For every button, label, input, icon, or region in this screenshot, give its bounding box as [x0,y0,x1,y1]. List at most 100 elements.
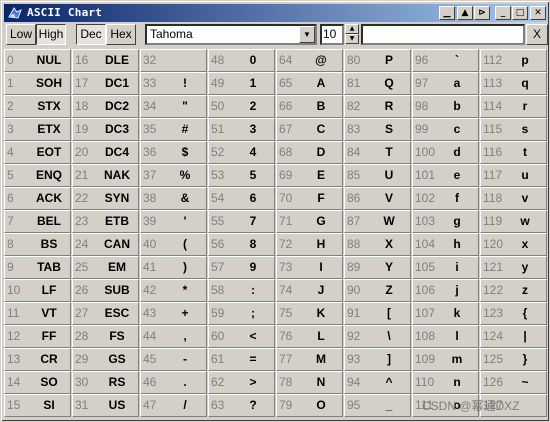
ascii-cell[interactable]: 29 GS [72,348,139,371]
ascii-cell[interactable]: 82 R [344,95,411,118]
ascii-cell[interactable]: 99 c [412,118,479,141]
ascii-cell[interactable]: 11 VT [4,302,71,325]
ascii-cell[interactable]: 13 CR [4,348,71,371]
ascii-cell[interactable]: 110 n [412,371,479,394]
ascii-cell[interactable]: 72 H [276,233,343,256]
ascii-cell[interactable]: 70 F [276,187,343,210]
ascii-cell[interactable]: 117 u [480,164,547,187]
ascii-cell[interactable]: 5 ENQ [4,164,71,187]
ascii-cell[interactable]: 88 X [344,233,411,256]
ascii-cell[interactable]: 126 ~ [480,371,547,394]
ascii-cell[interactable]: 16 DLE [72,49,139,72]
ascii-cell[interactable]: 84 T [344,141,411,164]
ascii-cell[interactable]: 116 t [480,141,547,164]
ascii-cell[interactable]: 86 V [344,187,411,210]
ascii-cell[interactable]: 71 G [276,210,343,233]
ascii-cell[interactable]: 69 E [276,164,343,187]
close-window-button[interactable]: ✕ [530,6,546,20]
ascii-cell[interactable]: 74 J [276,279,343,302]
ascii-cell[interactable]: 59; [208,302,275,325]
ascii-cell[interactable]: 122 z [480,279,547,302]
stepper-up-button[interactable]: ▲ [345,24,359,34]
maximize-button[interactable]: □ [512,6,528,20]
minimize-button[interactable]: ▁ [439,6,455,20]
ascii-cell[interactable]: 35 # [140,118,207,141]
ascii-cell[interactable]: 8 BS [4,233,71,256]
ascii-cell[interactable]: 125} [480,348,547,371]
close-button[interactable]: X [526,24,548,45]
ascii-cell[interactable]: 22 SYN [72,187,139,210]
ascii-cell[interactable]: 0 NUL [4,49,71,72]
shade-button[interactable]: ▲ [457,6,473,20]
font-size-input[interactable]: 10 [320,24,344,45]
font-select[interactable]: Tahoma ▼ [145,24,317,45]
ascii-cell[interactable]: 1 SOH [4,72,71,95]
ascii-cell[interactable]: 56 8 [208,233,275,256]
ascii-cell[interactable]: 93] [344,348,411,371]
ascii-cell[interactable]: 97 a [412,72,479,95]
ascii-cell[interactable]: 75 K [276,302,343,325]
ascii-cell[interactable]: 24 CAN [72,233,139,256]
ascii-cell[interactable]: 100 d [412,141,479,164]
high-button[interactable]: High [36,24,66,45]
ascii-cell[interactable]: 94 ^ [344,371,411,394]
stepper-down-button[interactable]: ▼ [345,34,359,44]
ascii-cell[interactable]: 57 9 [208,256,275,279]
ascii-cell[interactable]: 91 [ [344,302,411,325]
ascii-cell[interactable]: 6 ACK [4,187,71,210]
ascii-cell[interactable]: 61 = [208,348,275,371]
ascii-cell[interactable]: 19 DC3 [72,118,139,141]
ascii-cell[interactable]: 121 y [480,256,547,279]
ascii-cell[interactable]: 51 3 [208,118,275,141]
ascii-cell[interactable]: 52 4 [208,141,275,164]
ascii-cell[interactable]: 124 | [480,325,547,348]
ascii-cell[interactable]: 21 NAK [72,164,139,187]
ascii-cell[interactable]: 37% [140,164,207,187]
ascii-cell[interactable]: 68 D [276,141,343,164]
ascii-cell[interactable]: 60 < [208,325,275,348]
ascii-cell[interactable]: 23 ETB [72,210,139,233]
ascii-cell[interactable]: 48 0 [208,49,275,72]
ascii-cell[interactable]: 42 * [140,279,207,302]
ascii-cell[interactable]: 45 - [140,348,207,371]
ascii-cell[interactable]: 18 DC2 [72,95,139,118]
dec-button[interactable]: Dec [76,24,106,45]
search-input[interactable] [361,24,525,45]
ascii-cell[interactable]: 96 ` [412,49,479,72]
ascii-cell[interactable]: 78 N [276,371,343,394]
ascii-cell[interactable]: 26 SUB [72,279,139,302]
ascii-cell[interactable]: 105 i [412,256,479,279]
pin-button[interactable]: ⊳ [474,6,490,20]
ascii-cell[interactable]: 102 f [412,187,479,210]
ascii-cell[interactable]: 4 EOT [4,141,71,164]
ascii-cell[interactable]: 106 j [412,279,479,302]
ascii-cell[interactable]: 87 W [344,210,411,233]
ascii-cell[interactable]: 108 l [412,325,479,348]
ascii-cell[interactable]: 65 A [276,72,343,95]
ascii-cell[interactable]: 38 & [140,187,207,210]
ascii-cell[interactable]: 95 _ [344,394,411,417]
ascii-cell[interactable]: 123 { [480,302,547,325]
ascii-cell[interactable]: 80 P [344,49,411,72]
low-button[interactable]: Low [6,24,36,45]
ascii-cell[interactable]: 119 w [480,210,547,233]
ascii-cell[interactable]: 41) [140,256,207,279]
ascii-cell[interactable]: 114 r [480,95,547,118]
ascii-cell[interactable]: 28 FS [72,325,139,348]
ascii-cell[interactable]: 20 DC4 [72,141,139,164]
ascii-cell[interactable]: 31 US [72,394,139,417]
ascii-cell[interactable]: 79 O [276,394,343,417]
ascii-cell[interactable]: 30 RS [72,371,139,394]
ascii-cell[interactable]: 47 / [140,394,207,417]
ascii-cell[interactable]: 58: [208,279,275,302]
ascii-cell[interactable]: 17 DC1 [72,72,139,95]
ascii-cell[interactable]: 25 EM [72,256,139,279]
ascii-cell[interactable]: 120 x [480,233,547,256]
ascii-cell[interactable]: 89 Y [344,256,411,279]
ascii-cell[interactable]: 55 7 [208,210,275,233]
ascii-cell[interactable]: 53 5 [208,164,275,187]
ascii-cell[interactable]: 44, [140,325,207,348]
ascii-cell[interactable]: 64 @ [276,49,343,72]
ascii-cell[interactable]: 63? [208,394,275,417]
ascii-cell[interactable]: 90 Z [344,279,411,302]
